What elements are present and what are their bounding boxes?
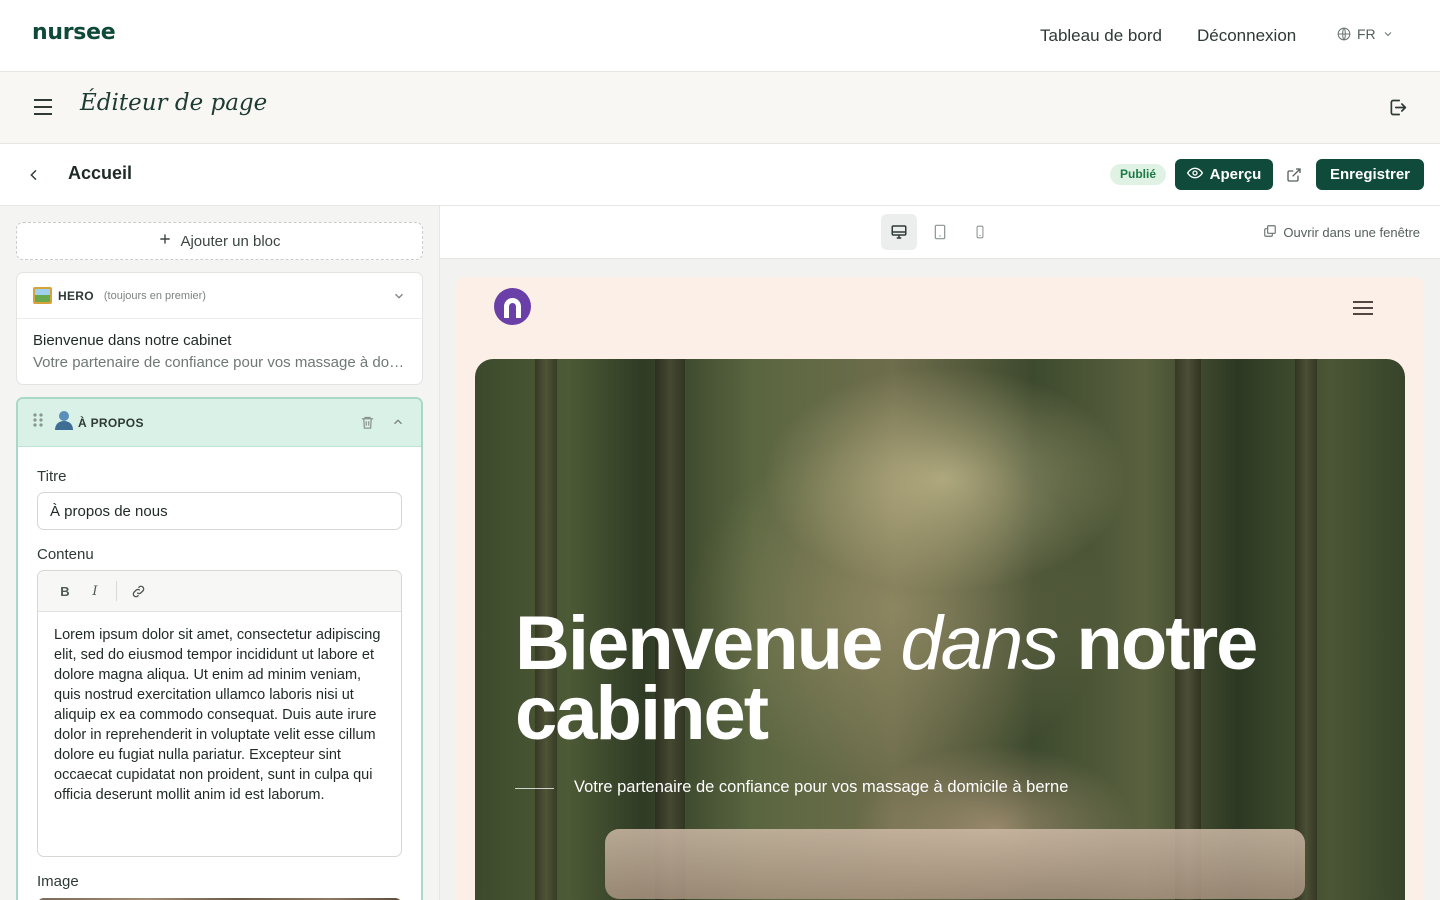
nav-logout-link[interactable]: Déconnexion — [1197, 26, 1296, 46]
language-code: FR — [1357, 26, 1376, 42]
page-name: Accueil — [68, 163, 133, 183]
exit-icon[interactable] — [1387, 97, 1408, 123]
about-block-header[interactable]: À PROPOS — [18, 399, 421, 447]
hero-block-note: (toujours en premier) — [103, 289, 206, 302]
preview-label: Aperçu — [1209, 166, 1262, 183]
hero-block-header[interactable]: HERO (toujours en premier) — [17, 273, 422, 319]
hero-divider — [515, 788, 554, 789]
hero-block-title: Bienvenue dans notre cabinet — [33, 332, 232, 349]
language-selector[interactable]: FR — [1337, 26, 1394, 42]
hamburger-menu-icon[interactable] — [33, 98, 53, 121]
content-field-label: Contenu — [37, 546, 94, 563]
editor-title: Éditeur de page — [80, 90, 268, 116]
hero-massage-table — [605, 829, 1305, 899]
plus-icon — [158, 232, 172, 250]
open-in-window-button[interactable]: Ouvrir dans une fenêtre — [1263, 224, 1420, 241]
desktop-icon[interactable] — [881, 214, 917, 250]
nav-dashboard-link[interactable]: Tableau de bord — [1040, 26, 1162, 46]
preview-button[interactable]: Aperçu — [1175, 159, 1273, 190]
image-field-label: Image — [37, 873, 79, 890]
hero-heading: Bienvenue dans notre cabinet — [515, 606, 1395, 752]
open-in-window-label: Ouvrir dans une fenêtre — [1283, 225, 1420, 240]
toolbar-divider — [116, 581, 117, 601]
external-link-icon[interactable] — [1286, 167, 1302, 188]
hero-subtitle: Votre partenaire de confiance pour vos m… — [574, 778, 1069, 796]
mobile-icon[interactable] — [962, 214, 998, 250]
chevron-left-icon[interactable] — [26, 166, 42, 189]
about-block-card: À PROPOS Titre À propos de nous Contenu … — [16, 397, 423, 900]
link-icon[interactable] — [123, 578, 153, 604]
site-logo[interactable] — [494, 288, 531, 325]
hero-block-card[interactable]: HERO (toujours en premier) Bienvenue dan… — [16, 272, 423, 385]
chevron-down-icon — [1382, 28, 1394, 40]
top-nav: nursee Tableau de bord Déconnexion FR — [0, 0, 1440, 72]
status-badge: Publié — [1110, 164, 1167, 185]
hero-heading-word: notre — [1076, 601, 1258, 686]
trash-icon[interactable] — [360, 415, 375, 435]
hero-block-tag: HERO — [58, 288, 94, 303]
hero-section: Bienvenue dans notre cabinet Votre parte… — [475, 359, 1405, 900]
globe-icon — [1337, 27, 1351, 41]
hero-heading-italic: dans — [900, 601, 1059, 686]
chevron-down-icon[interactable] — [392, 289, 406, 308]
hero-heading-word: cabinet — [515, 671, 769, 756]
add-block-button[interactable]: Ajouter un bloc — [16, 222, 423, 260]
picture-icon — [33, 287, 52, 304]
preview-toolbar: Ouvrir dans une fenêtre — [440, 206, 1440, 259]
person-icon — [54, 410, 74, 435]
save-button[interactable]: Enregistrer — [1316, 159, 1424, 190]
add-block-label: Ajouter un bloc — [180, 232, 281, 250]
brand-logo[interactable]: nursee — [32, 20, 116, 45]
editor-header: Éditeur de page — [0, 72, 1440, 144]
tablet-icon[interactable] — [922, 214, 958, 250]
blocks-panel: Ajouter un bloc HERO (toujours en premie… — [0, 206, 440, 900]
italic-icon[interactable]: I — [80, 578, 110, 604]
eye-icon — [1186, 165, 1203, 185]
editor-toolbar: B I — [38, 571, 401, 612]
drag-handle-icon[interactable] — [32, 412, 44, 433]
site-preview: Bienvenue dans notre cabinet Votre parte… — [456, 277, 1424, 900]
preview-panel: Ouvrir dans une fenêtre Bienvenue dans n… — [440, 206, 1440, 900]
rich-text-editor[interactable]: B I Lorem ipsum dolor sit amet, consecte… — [37, 570, 402, 857]
editor-content[interactable]: Lorem ipsum dolor sit amet, consectetur … — [38, 612, 401, 818]
page-bar: Accueil Publié Aperçu Enregistrer — [0, 144, 1440, 206]
title-input[interactable]: À propos de nous — [37, 492, 402, 530]
about-block-tag: À PROPOS — [78, 415, 144, 430]
site-menu-icon[interactable] — [1352, 300, 1374, 321]
bold-icon[interactable]: B — [50, 578, 80, 604]
hero-block-subtitle: Votre partenaire de confiance pour vos m… — [33, 354, 408, 371]
title-field-label: Titre — [37, 468, 67, 485]
copy-window-icon — [1263, 224, 1277, 241]
chevron-up-icon[interactable] — [391, 415, 405, 434]
